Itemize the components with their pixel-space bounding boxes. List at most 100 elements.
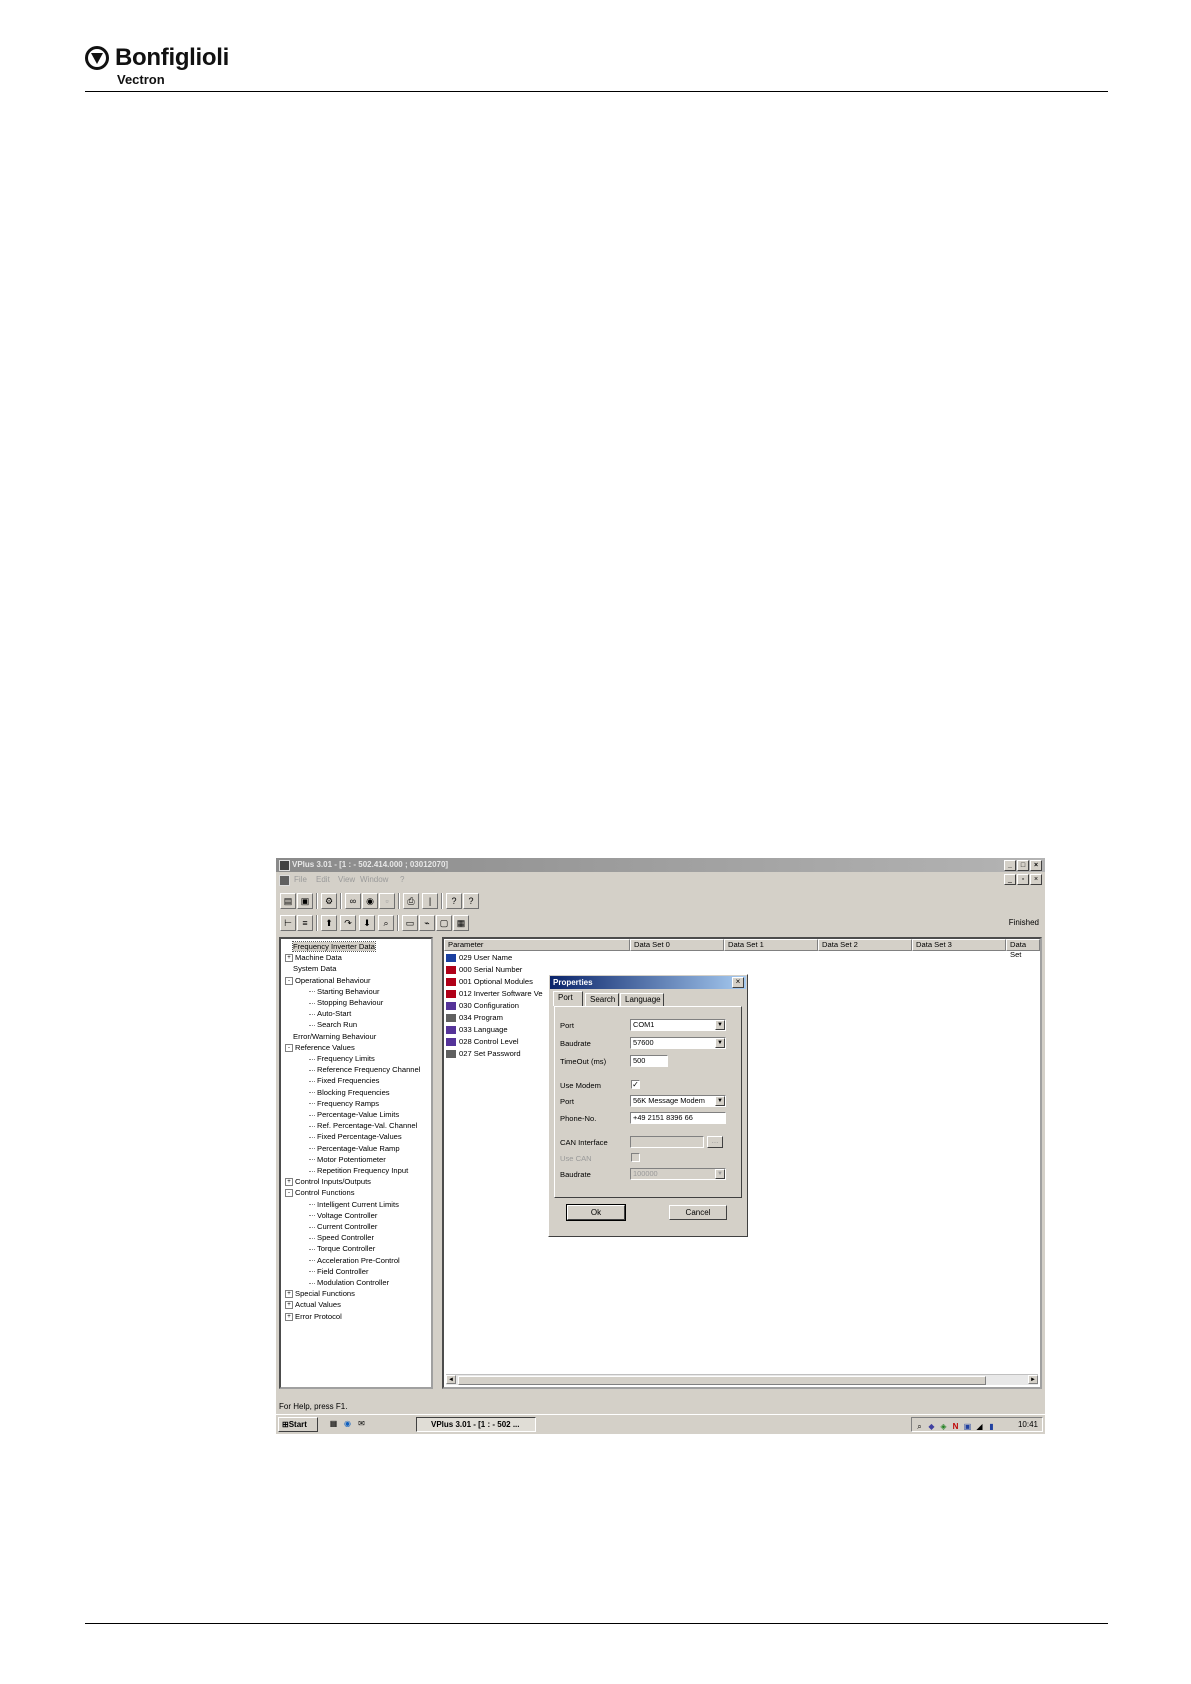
tree-item[interactable]: Frequency Inverter Data [285, 941, 376, 952]
redo-icon[interactable]: ↷ [340, 915, 356, 931]
grid-icon[interactable]: ▦ [453, 915, 469, 931]
tree-item[interactable]: Blocking Frequencies [309, 1087, 390, 1098]
tree-item[interactable]: Error/Warning Behaviour [285, 1031, 376, 1042]
tree-view-icon[interactable]: ⊢ [280, 915, 296, 931]
phone-input[interactable]: +49 2151 8396 66 [630, 1112, 726, 1124]
tray-shield-icon[interactable]: ◆ [926, 1421, 937, 1432]
connect-icon[interactable]: ⚙ [321, 893, 337, 909]
menu-edit[interactable]: Edit [316, 875, 330, 884]
info-icon[interactable]: | [422, 893, 438, 909]
mail-icon[interactable]: ✉ [356, 1418, 367, 1429]
start-button[interactable]: ⊞Start [278, 1417, 318, 1432]
tray-n-icon[interactable]: N [950, 1421, 961, 1432]
dialog-close-icon[interactable]: × [732, 977, 744, 988]
baudrate-select[interactable]: 57600 ▼ [630, 1037, 726, 1049]
open-icon[interactable]: ▤ [280, 893, 296, 909]
tab-port[interactable]: Port [553, 991, 583, 1006]
tree-item[interactable]: Intelligent Current Limits [309, 1199, 399, 1210]
expand-icon[interactable]: + [285, 1301, 293, 1310]
tree-item[interactable]: + Error Protocol [285, 1311, 342, 1322]
tab-language[interactable]: Language [620, 993, 664, 1006]
record-icon[interactable]: ◉ [362, 893, 378, 909]
tree-item[interactable]: + Machine Data [285, 952, 342, 963]
tree-item[interactable]: Reference Frequency Channel [309, 1064, 420, 1075]
column-data-set-3[interactable]: Data Set 3 [912, 939, 1006, 951]
list-item[interactable]: 012 Inverter Software Ve [446, 988, 543, 1000]
timeout-input[interactable]: 500 [630, 1055, 668, 1067]
tree-item[interactable]: Percentage-Value Ramp [309, 1143, 400, 1154]
expand-icon[interactable]: + [285, 1178, 293, 1187]
horizontal-scrollbar[interactable]: ◄ ► [446, 1374, 1038, 1385]
ok-button[interactable]: Ok [566, 1204, 626, 1221]
column-parameter[interactable]: Parameter [444, 939, 630, 951]
binoculars-icon[interactable]: ∞ [345, 893, 361, 909]
tray-network-icon[interactable]: ◈ [938, 1421, 949, 1432]
scope-icon[interactable]: ⌁ [419, 915, 435, 931]
use-modem-checkbox[interactable]: ✓ [631, 1080, 640, 1089]
scroll-thumb[interactable] [458, 1376, 986, 1385]
save-icon[interactable]: ▣ [297, 893, 313, 909]
tree-item[interactable]: + Special Functions [285, 1288, 355, 1299]
expand-icon[interactable]: + [285, 1290, 293, 1299]
collapse-icon[interactable]: - [285, 976, 293, 985]
search-icon[interactable]: ⌕ [378, 915, 394, 931]
list-item[interactable]: 027 Set Password [446, 1048, 521, 1060]
close-icon[interactable]: × [1030, 860, 1042, 871]
mdi-restore-icon[interactable]: ▫ [1017, 874, 1029, 885]
menu-view[interactable]: View [338, 875, 355, 884]
scroll-left-icon[interactable]: ◄ [446, 1375, 456, 1384]
menu-file[interactable]: File [294, 875, 307, 884]
column-data-set-0[interactable]: Data Set 0 [630, 939, 724, 951]
tree-item[interactable]: Speed Controller [309, 1232, 374, 1243]
tray-device-icon[interactable]: ▮ [986, 1421, 997, 1432]
menu-help[interactable]: ? [400, 875, 404, 884]
list-item[interactable]: 030 Configuration [446, 1000, 519, 1012]
tree-item[interactable]: + Control Inputs/Outputs [285, 1176, 371, 1187]
expand-icon[interactable]: + [285, 1312, 293, 1321]
scroll-right-icon[interactable]: ► [1028, 1375, 1038, 1384]
tree-item[interactable]: Frequency Limits [309, 1053, 375, 1064]
modem-port-select[interactable]: 56K Message Modem ▼ [630, 1095, 726, 1107]
tree-item[interactable]: System Data [285, 963, 336, 974]
cancel-button[interactable]: Cancel [669, 1205, 727, 1220]
menu-window[interactable]: Window [360, 875, 388, 884]
tree-item[interactable]: Voltage Controller [309, 1210, 377, 1221]
mdi-minimize-icon[interactable]: _ [1004, 874, 1016, 885]
print-icon[interactable]: ⎙ [403, 893, 419, 909]
list-item[interactable]: 034 Program [446, 1012, 503, 1024]
desktop-icon[interactable]: ▦ [328, 1418, 339, 1429]
tree-item[interactable]: Modulation Controller [309, 1277, 389, 1288]
tree-item[interactable]: Torque Controller [309, 1243, 375, 1254]
maximize-icon[interactable]: □ [1017, 860, 1029, 871]
window-icon[interactable]: ▢ [436, 915, 452, 931]
tree-item[interactable]: Ref. Percentage-Val. Channel [309, 1120, 417, 1131]
column-data-set[interactable]: Data Set [1006, 939, 1040, 959]
tree-item[interactable]: Motor Potentiometer [309, 1154, 386, 1165]
collapse-icon[interactable]: - [285, 1043, 293, 1052]
tray-volume-icon[interactable]: ◢ [974, 1421, 985, 1432]
port-select[interactable]: COM1 ▼ [630, 1019, 726, 1031]
tree-item[interactable]: - Control Functions [285, 1187, 355, 1198]
column-data-set-2[interactable]: Data Set 2 [818, 939, 912, 951]
tree-item[interactable]: Percentage-Value Limits [309, 1109, 399, 1120]
tree-item[interactable]: Field Controller [309, 1266, 369, 1277]
tree-item[interactable]: - Reference Values [285, 1042, 355, 1053]
tree-item[interactable]: Repetition Frequency Input [309, 1165, 408, 1176]
list-view-icon[interactable]: ≡ [297, 915, 313, 931]
expand-icon[interactable]: + [285, 954, 293, 963]
tree-item[interactable]: Auto-Start [309, 1008, 351, 1019]
help-icon[interactable]: ? [463, 893, 479, 909]
tree-item[interactable]: Fixed Percentage-Values [309, 1131, 402, 1142]
context-help-icon[interactable]: ? [446, 893, 462, 909]
list-item[interactable]: 000 Serial Number [446, 964, 522, 976]
list-item[interactable]: 029 User Name [446, 952, 512, 964]
list-item[interactable]: 001 Optional Modules [446, 976, 533, 988]
tab-search[interactable]: Search [585, 993, 619, 1006]
collapse-icon[interactable]: - [285, 1189, 293, 1198]
list-item[interactable]: 033 Language [446, 1024, 508, 1036]
list-item[interactable]: 028 Control Level [446, 1036, 519, 1048]
upload-icon[interactable]: ⬆ [321, 915, 337, 931]
download-icon[interactable]: ⬇ [359, 915, 375, 931]
tree-item[interactable]: Frequency Ramps [309, 1098, 379, 1109]
tree-item[interactable]: + Actual Values [285, 1299, 341, 1310]
